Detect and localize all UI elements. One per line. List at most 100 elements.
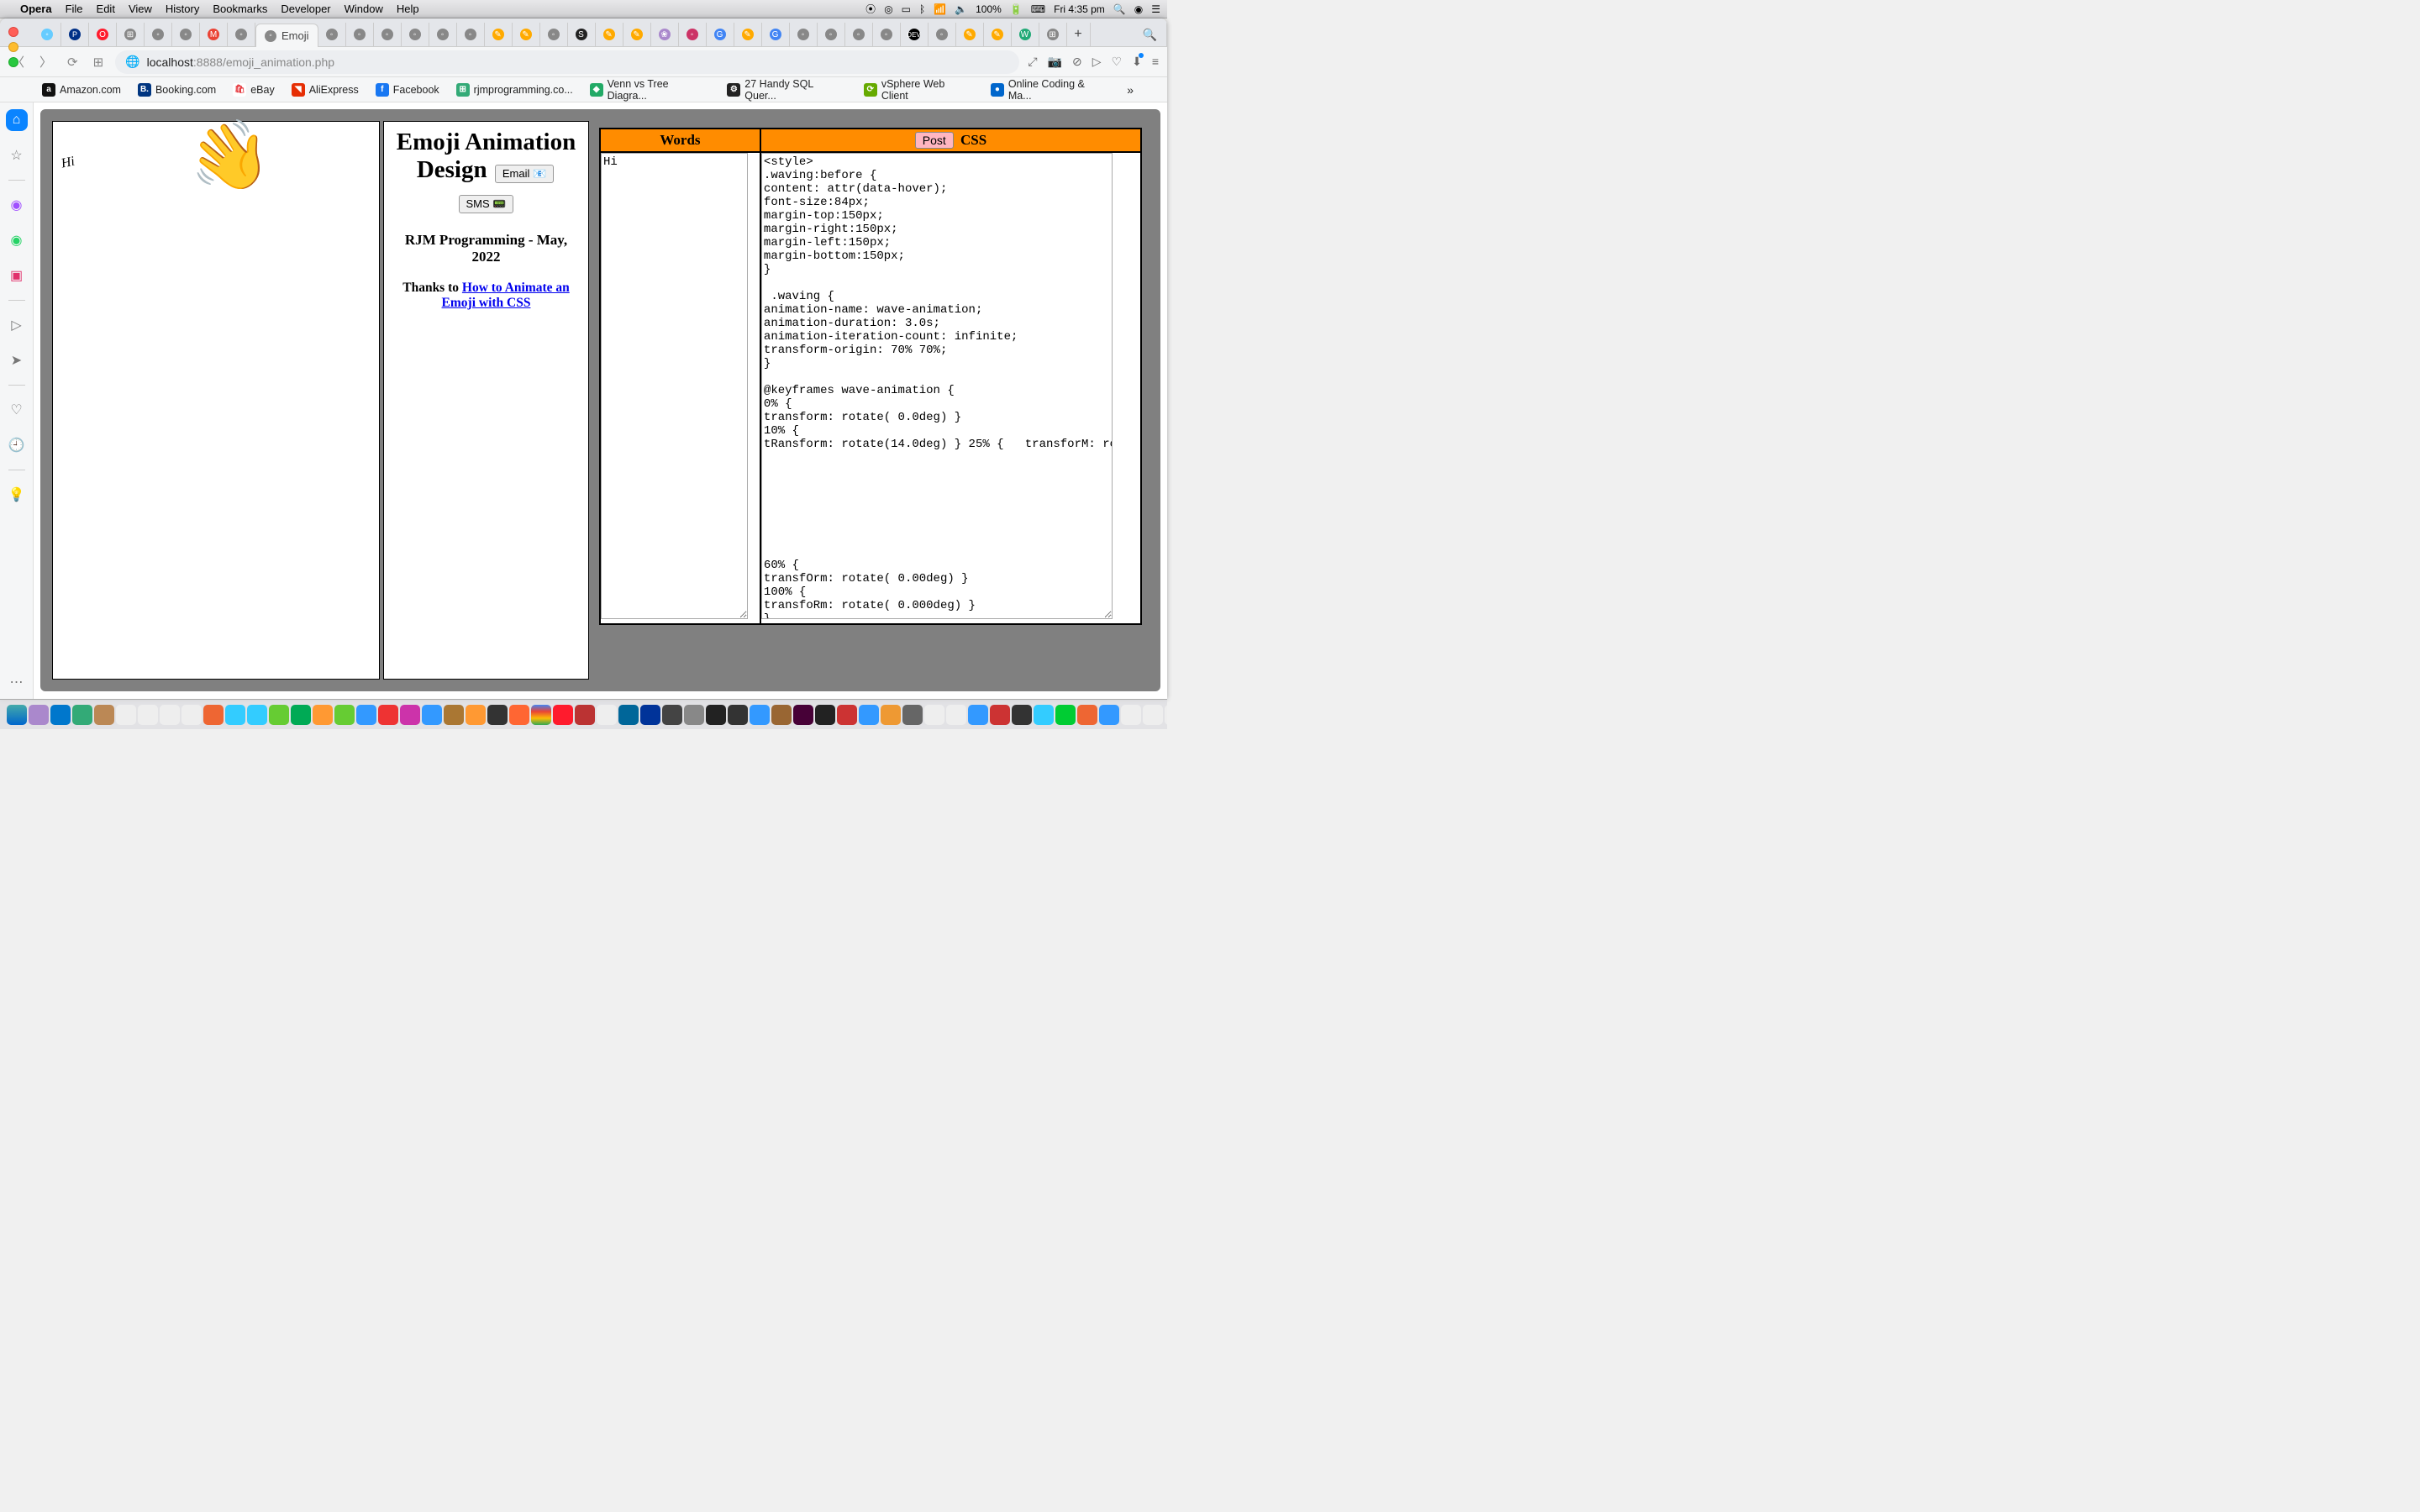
tab[interactable]: ◦ — [429, 23, 457, 46]
battery-icon[interactable]: 🔋 — [1010, 3, 1023, 15]
dock-app-icon[interactable] — [291, 705, 311, 725]
bookmark-item[interactable]: ⊞rjmprogramming.co... — [456, 83, 573, 97]
tab[interactable]: ✎ — [513, 23, 540, 46]
control-center-icon[interactable]: ☰ — [1151, 3, 1160, 15]
dock-app-icon[interactable] — [815, 705, 835, 725]
sidebar-star-icon[interactable]: ☆ — [6, 144, 28, 166]
menu-window[interactable]: Window — [345, 3, 383, 15]
words-textarea[interactable] — [601, 153, 748, 619]
sidebar-messenger-icon[interactable]: ◉ — [6, 194, 28, 216]
dock-app-icon[interactable] — [1012, 705, 1032, 725]
bookmark-item[interactable]: 🛍eBay — [233, 83, 275, 97]
dock-app-icon[interactable] — [225, 705, 245, 725]
email-button[interactable]: Email 📧 — [495, 165, 554, 183]
tab[interactable]: ✎ — [485, 23, 513, 46]
dock-app-icon[interactable] — [116, 705, 136, 725]
menu-view[interactable]: View — [129, 3, 152, 15]
tab-search-button[interactable]: 🔍 — [1134, 23, 1167, 46]
dock-app-icon[interactable] — [750, 705, 770, 725]
tab[interactable]: ◦ — [540, 23, 568, 46]
dock-app-icon[interactable] — [1055, 705, 1076, 725]
dock-app-icon[interactable] — [946, 705, 966, 725]
bookmark-item[interactable]: ◥AliExpress — [292, 83, 359, 97]
dock-app-icon[interactable] — [247, 705, 267, 725]
dock-app-icon[interactable] — [881, 705, 901, 725]
dock-chrome-icon[interactable] — [531, 705, 551, 725]
zoom-window-button[interactable] — [8, 57, 18, 67]
bookmark-item[interactable]: aAmazon.com — [42, 83, 121, 97]
tab[interactable]: ◦ — [346, 23, 374, 46]
tab[interactable]: ◦ — [873, 23, 901, 46]
keyboard-icon[interactable]: ⌨ — [1031, 3, 1045, 15]
dock-finder-icon[interactable] — [7, 705, 27, 725]
bookmark-item[interactable]: ●Online Coding & Ma... — [991, 78, 1110, 102]
spotlight-icon[interactable]: 🔍 — [1113, 3, 1126, 15]
dock-app-icon[interactable] — [72, 705, 92, 725]
tab[interactable]: ⊞ — [117, 23, 145, 46]
dock-app-icon[interactable] — [138, 705, 158, 725]
dock-app-icon[interactable] — [618, 705, 639, 725]
dock-app-icon[interactable] — [1077, 705, 1097, 725]
tab[interactable]: ◦ — [172, 23, 200, 46]
easy-setup-icon[interactable]: ≡ — [1152, 55, 1159, 69]
siri-icon[interactable]: ◉ — [1134, 3, 1143, 15]
menu-developer[interactable]: Developer — [281, 3, 330, 15]
dock-app-icon[interactable] — [50, 705, 71, 725]
tab[interactable]: ◦ — [790, 23, 818, 46]
dock-app-icon[interactable] — [1121, 705, 1141, 725]
status-icon[interactable]: ⦿ — [865, 2, 876, 16]
dock-app-icon[interactable] — [968, 705, 988, 725]
snapshot-icon[interactable]: ⤢ — [1028, 55, 1037, 69]
dock-app-icon[interactable] — [859, 705, 879, 725]
dock-app-icon[interactable] — [902, 705, 923, 725]
tab[interactable]: ◦ — [929, 23, 956, 46]
tab[interactable]: O — [89, 23, 117, 46]
bookmark-item[interactable]: B.Booking.com — [138, 83, 216, 97]
sidebar-heart-icon[interactable]: ♡ — [6, 399, 28, 421]
tab[interactable]: ◦ — [818, 23, 845, 46]
sidebar-bulb-icon[interactable]: 💡 — [6, 484, 28, 506]
dock-app-icon[interactable] — [1034, 705, 1054, 725]
close-window-button[interactable] — [8, 27, 18, 37]
dock-app-icon[interactable] — [662, 705, 682, 725]
dock-app-icon[interactable] — [575, 705, 595, 725]
dock-app-icon[interactable] — [990, 705, 1010, 725]
bookmark-item[interactable]: fFacebook — [376, 83, 439, 97]
heart-icon[interactable]: ♡ — [1112, 55, 1123, 69]
app-name[interactable]: Opera — [20, 3, 52, 15]
reload-button[interactable]: ⟳ — [64, 55, 82, 70]
dock-app-icon[interactable] — [771, 705, 792, 725]
dock-app-icon[interactable] — [203, 705, 224, 725]
tab[interactable]: ✎ — [734, 23, 762, 46]
bookmarks-overflow-button[interactable]: » — [1127, 83, 1134, 97]
dock-app-icon[interactable] — [313, 705, 333, 725]
tab[interactable]: ◦ — [374, 23, 402, 46]
menu-edit[interactable]: Edit — [97, 3, 115, 15]
dock-xd-icon[interactable] — [793, 705, 813, 725]
tab[interactable]: ✎ — [623, 23, 651, 46]
tab[interactable]: ◦ — [402, 23, 429, 46]
dock-app-icon[interactable] — [160, 705, 180, 725]
status-icon[interactable]: ◎ — [884, 3, 892, 15]
dock-app-icon[interactable] — [1165, 705, 1167, 725]
block-icon[interactable]: ⊘ — [1072, 55, 1082, 69]
sms-button[interactable]: SMS 📟 — [459, 195, 514, 213]
dock-app-icon[interactable] — [597, 705, 617, 725]
dock-app-icon[interactable] — [684, 705, 704, 725]
menu-help[interactable]: Help — [397, 3, 419, 15]
tab[interactable]: ◦ — [318, 23, 346, 46]
menu-history[interactable]: History — [166, 3, 199, 15]
dock-app-icon[interactable] — [924, 705, 944, 725]
menu-bookmarks[interactable]: Bookmarks — [213, 3, 267, 15]
sidebar-send-icon[interactable]: ➤ — [6, 349, 28, 371]
dock-app-icon[interactable] — [269, 705, 289, 725]
dock-photoshop-icon[interactable] — [640, 705, 660, 725]
tab[interactable]: ◦ — [679, 23, 707, 46]
tab[interactable]: ⊞ — [1039, 23, 1067, 46]
dock-app-icon[interactable] — [1143, 705, 1163, 725]
minimize-window-button[interactable] — [8, 42, 18, 52]
dock-opera-icon[interactable] — [553, 705, 573, 725]
dock-app-icon[interactable] — [466, 705, 486, 725]
tab[interactable]: M — [200, 23, 228, 46]
dock-app-icon[interactable] — [334, 705, 355, 725]
